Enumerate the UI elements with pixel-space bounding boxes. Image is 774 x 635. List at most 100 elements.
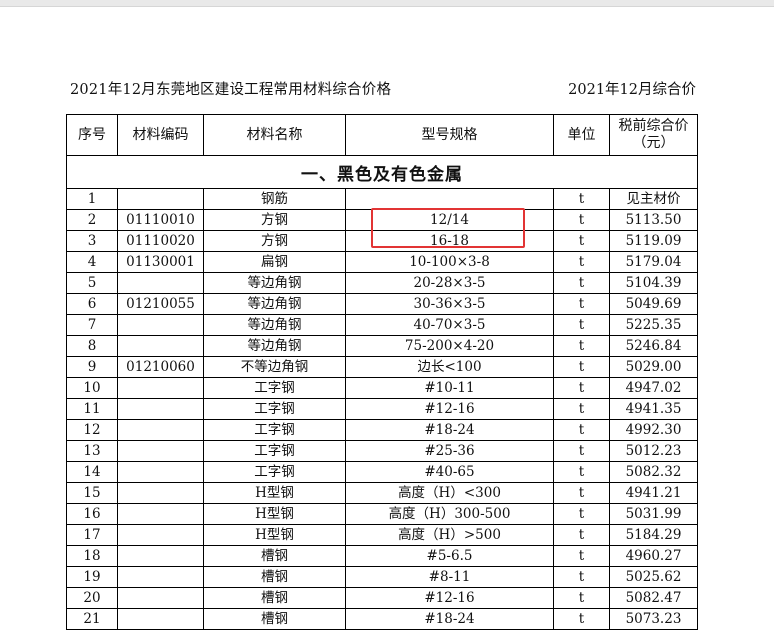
- cell-unit: t: [553, 272, 610, 294]
- cell-unit: t: [553, 482, 610, 504]
- table-row: 12 工字钢 #18-24 t 4992.30: [66, 419, 698, 441]
- cell-unit: t: [553, 188, 610, 210]
- cell-price: 见主材价: [609, 188, 698, 210]
- cell-price: 5073.23: [609, 608, 698, 630]
- cell-code: [117, 440, 204, 462]
- cell-unit: t: [553, 293, 610, 315]
- cell-code: 01210055: [117, 293, 204, 315]
- cell-no: 18: [66, 545, 118, 567]
- cell-spec: 高度（H）>500: [345, 524, 554, 546]
- cell-price: 5025.62: [609, 566, 698, 588]
- cell-price: 5225.35: [609, 314, 698, 336]
- cell-no: 7: [66, 314, 118, 336]
- cell-name: 槽钢: [203, 608, 346, 630]
- cell-name: H型钢: [203, 503, 346, 525]
- cell-name: 槽钢: [203, 587, 346, 609]
- cell-code: [117, 566, 204, 588]
- cell-no: 12: [66, 419, 118, 441]
- cell-no: 17: [66, 524, 118, 546]
- cell-price: 5082.47: [609, 587, 698, 609]
- cell-code: [117, 587, 204, 609]
- cell-name: H型钢: [203, 524, 346, 546]
- table-row: 6 01210055 等边角钢 30-36×3-5 t 5049.69: [66, 293, 698, 315]
- cell-name: 槽钢: [203, 545, 346, 567]
- viewer-top-bar: [0, 0, 774, 7]
- cell-name: 等边角钢: [203, 335, 346, 357]
- cell-name: 工字钢: [203, 461, 346, 483]
- cell-name: 方钢: [203, 209, 346, 231]
- cell-price: 5179.04: [609, 251, 698, 273]
- cell-spec: #8-11: [345, 566, 554, 588]
- cell-spec: 10-100×3-8: [345, 251, 554, 273]
- cell-code: [117, 335, 204, 357]
- header-price-line1: 税前综合价: [618, 118, 689, 134]
- table-row: 3 01110020 方钢 16-18 t 5119.09: [66, 230, 698, 252]
- cell-spec: #18-24: [345, 419, 554, 441]
- cell-price: 5184.29: [609, 524, 698, 546]
- cell-code: 01130001: [117, 251, 204, 273]
- cell-no: 3: [66, 230, 118, 252]
- table-header-row: 序号 材料编码 材料名称 型号规格 单位 税前综合价 （元）: [66, 114, 698, 156]
- cell-no: 11: [66, 398, 118, 420]
- table-row: 16 H型钢 高度（H）300-500 t 5031.99: [66, 503, 698, 525]
- cell-price: 5104.39: [609, 272, 698, 294]
- table-row: 14 工字钢 #40-65 t 5082.32: [66, 461, 698, 483]
- cell-spec: #18-24: [345, 608, 554, 630]
- cell-name: 工字钢: [203, 377, 346, 399]
- cell-spec: 高度（H）<300: [345, 482, 554, 504]
- cell-no: 2: [66, 209, 118, 231]
- cell-spec: 边长<100: [345, 356, 554, 378]
- cell-unit: t: [553, 461, 610, 483]
- header-price: 税前综合价 （元）: [609, 114, 698, 156]
- cell-unit: t: [553, 419, 610, 441]
- cell-price: 4947.02: [609, 377, 698, 399]
- cell-no: 21: [66, 608, 118, 630]
- cell-unit: t: [553, 377, 610, 399]
- cell-spec: 高度（H）300-500: [345, 503, 554, 525]
- cell-code: 01110010: [117, 209, 204, 231]
- cell-spec: 16-18: [345, 230, 554, 252]
- cell-no: 4: [66, 251, 118, 273]
- header-code: 材料编码: [117, 114, 204, 156]
- table-row: 13 工字钢 #25-36 t 5012.23: [66, 440, 698, 462]
- price-table: 序号 材料编码 材料名称 型号规格 单位 税前综合价 （元） 一、黑色及有色金属…: [66, 114, 698, 630]
- cell-unit: t: [553, 251, 610, 273]
- cell-unit: t: [553, 524, 610, 546]
- table-row: 5 等边角钢 20-28×3-5 t 5104.39: [66, 272, 698, 294]
- table-row: 21 槽钢 #18-24 t 5073.23: [66, 608, 698, 630]
- cell-no: 10: [66, 377, 118, 399]
- table-row: 11 工字钢 #12-16 t 4941.35: [66, 398, 698, 420]
- header-spec: 型号规格: [345, 114, 554, 156]
- cell-code: [117, 608, 204, 630]
- cell-name: 方钢: [203, 230, 346, 252]
- cell-name: H型钢: [203, 482, 346, 504]
- cell-spec: #40-65: [345, 461, 554, 483]
- table-row: 1 钢筋 t 见主材价: [66, 188, 698, 210]
- cell-unit: t: [553, 356, 610, 378]
- cell-spec: 20-28×3-5: [345, 272, 554, 294]
- cell-code: [117, 272, 204, 294]
- header-unit: 单位: [553, 114, 610, 156]
- cell-no: 14: [66, 461, 118, 483]
- table-row: 9 01210060 不等边角钢 边长<100 t 5029.00: [66, 356, 698, 378]
- cell-spec: [345, 188, 554, 210]
- cell-no: 6: [66, 293, 118, 315]
- cell-price: 5119.09: [609, 230, 698, 252]
- cell-price: 5246.84: [609, 335, 698, 357]
- cell-price: 5012.23: [609, 440, 698, 462]
- cell-unit: t: [553, 230, 610, 252]
- table-row: 15 H型钢 高度（H）<300 t 4941.21: [66, 482, 698, 504]
- cell-no: 9: [66, 356, 118, 378]
- table-row: 2 01110010 方钢 12/14 t 5113.50: [66, 209, 698, 231]
- cell-price: 5082.32: [609, 461, 698, 483]
- cell-code: [117, 503, 204, 525]
- cell-price: 4941.35: [609, 398, 698, 420]
- cell-code: [117, 377, 204, 399]
- cell-name: 等边角钢: [203, 314, 346, 336]
- cell-price: 5049.69: [609, 293, 698, 315]
- table-row: 8 等边角钢 75-200×4-20 t 5246.84: [66, 335, 698, 357]
- cell-price: 4960.27: [609, 545, 698, 567]
- cell-unit: t: [553, 209, 610, 231]
- header-name: 材料名称: [203, 114, 346, 156]
- cell-unit: t: [553, 503, 610, 525]
